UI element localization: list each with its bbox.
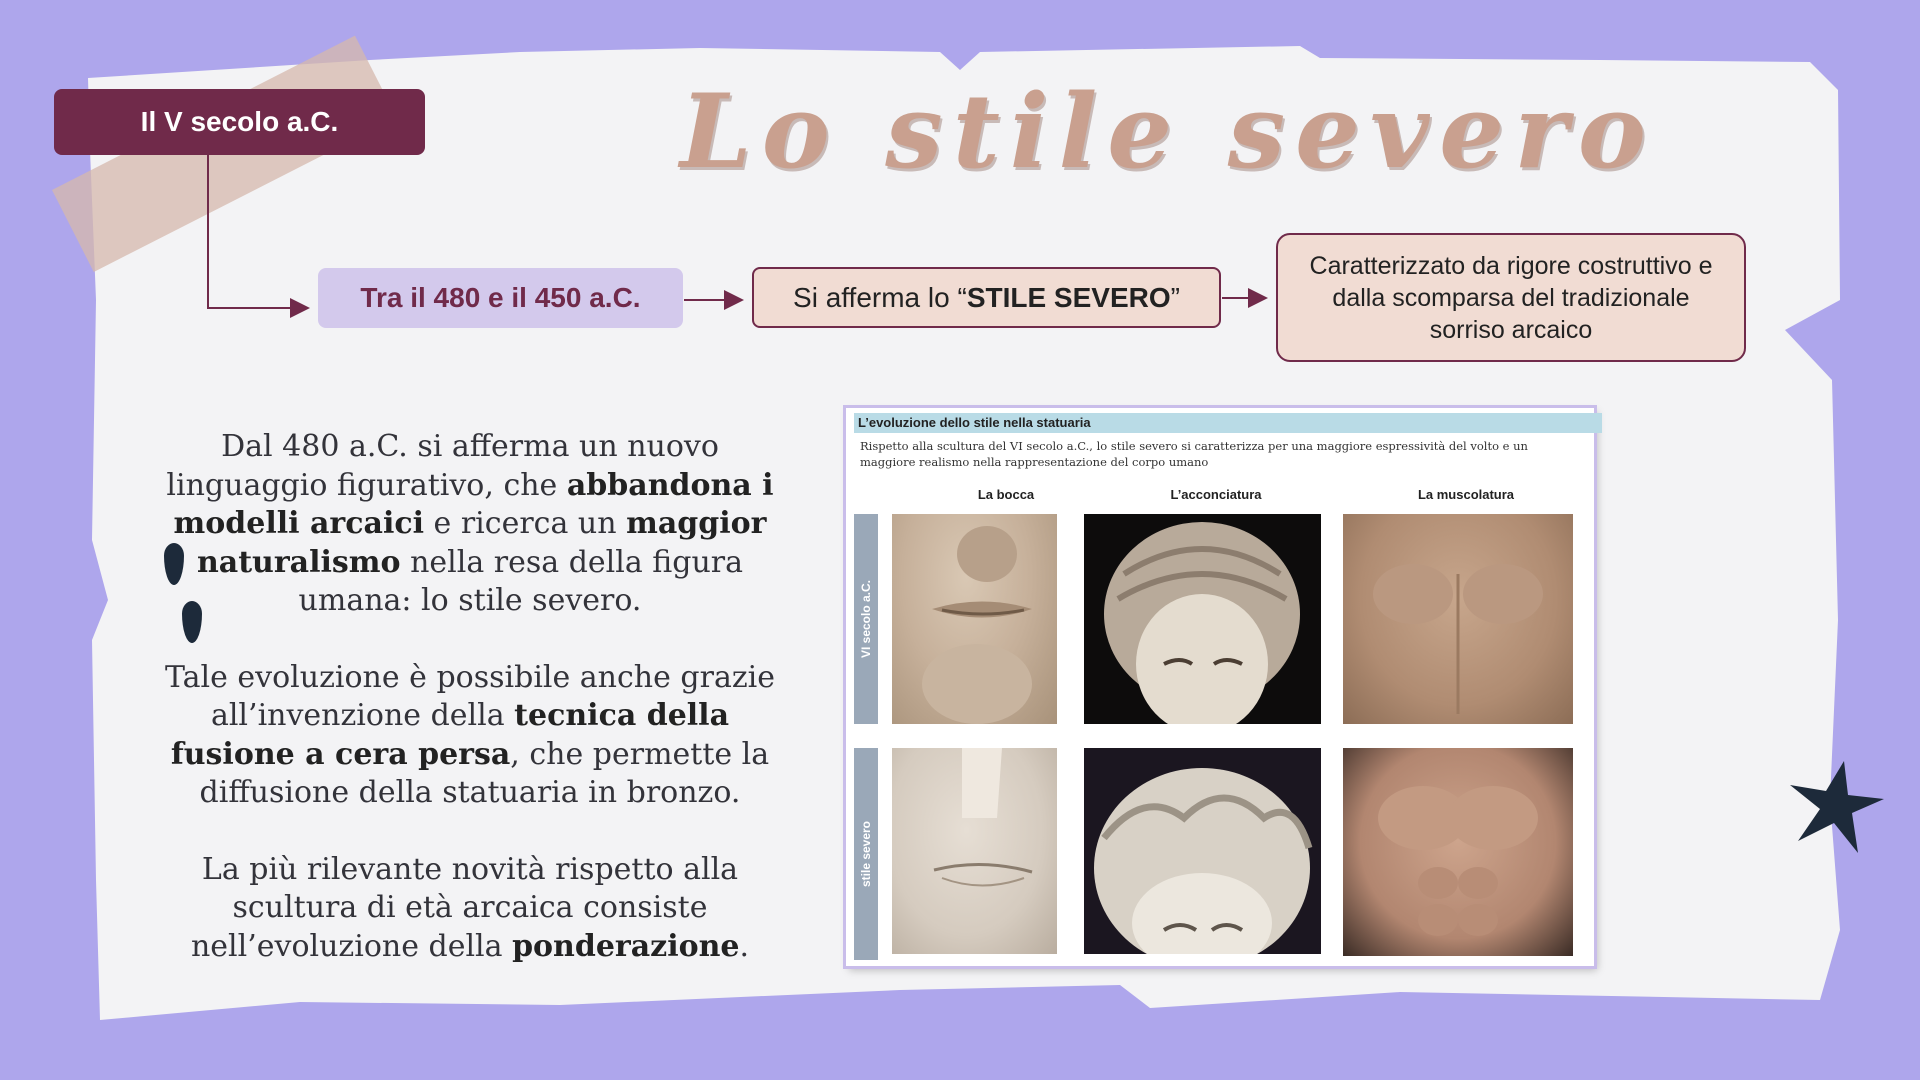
affirm-bold: STILE SEVERO [966,281,1171,313]
affirm-prefix: Si afferma lo “ [793,281,967,313]
figure-subtitle: Rispetto alla scultura del VI secolo a.C… [860,439,1528,469]
photo-archaic-mouth [892,514,1057,724]
text-run-bold: ponderazione [512,928,740,964]
text-run: . [739,928,750,964]
affirm-box: Si afferma lo “STILE SEVERO” [752,267,1221,328]
statuary-figure: L’evoluzione dello stile nella statuaria… [846,408,1602,966]
paragraph: Dal 480 a.C. si afferma un nuovo linguag… [160,428,780,621]
photo-severe-hairstyle [1084,748,1321,954]
affirm-suffix: ” [1170,281,1180,313]
paragraph: Tale evoluzione è possibile anche grazie… [160,659,780,813]
row-label-severe: stile severo [854,748,878,960]
paragraph: La più rilevante novità rispetto alla sc… [160,851,780,967]
column-label: La bocca [977,487,1035,502]
row-label-archaic: VI secolo a.C. [854,514,878,724]
connector-line [207,155,209,309]
page-title: Lo stile severo [680,72,1656,192]
date-range-box: Tra il 480 e il 450 a.C. [318,268,683,328]
star-icon [1790,761,1884,853]
figure-heading: L’evoluzione dello stile nella statuaria [854,413,1602,433]
photo-severe-mouth [892,748,1057,954]
description-text: Caratterizzato da rigore costruttivo e d… [1309,251,1713,344]
description-box: Caratterizzato da rigore costruttivo e d… [1276,233,1746,362]
text-run: e ricerca un [424,506,627,541]
column-label: L’acconciatura [1170,487,1262,502]
photo-severe-musculature [1343,748,1573,956]
column-label: La muscolatura [1417,487,1515,502]
body-text: Dal 480 a.C. si afferma un nuovo linguag… [160,428,780,1004]
photo-archaic-hairstyle [1084,514,1321,724]
period-label: Il V secolo a.C. [54,89,425,155]
photo-archaic-musculature [1343,514,1573,724]
